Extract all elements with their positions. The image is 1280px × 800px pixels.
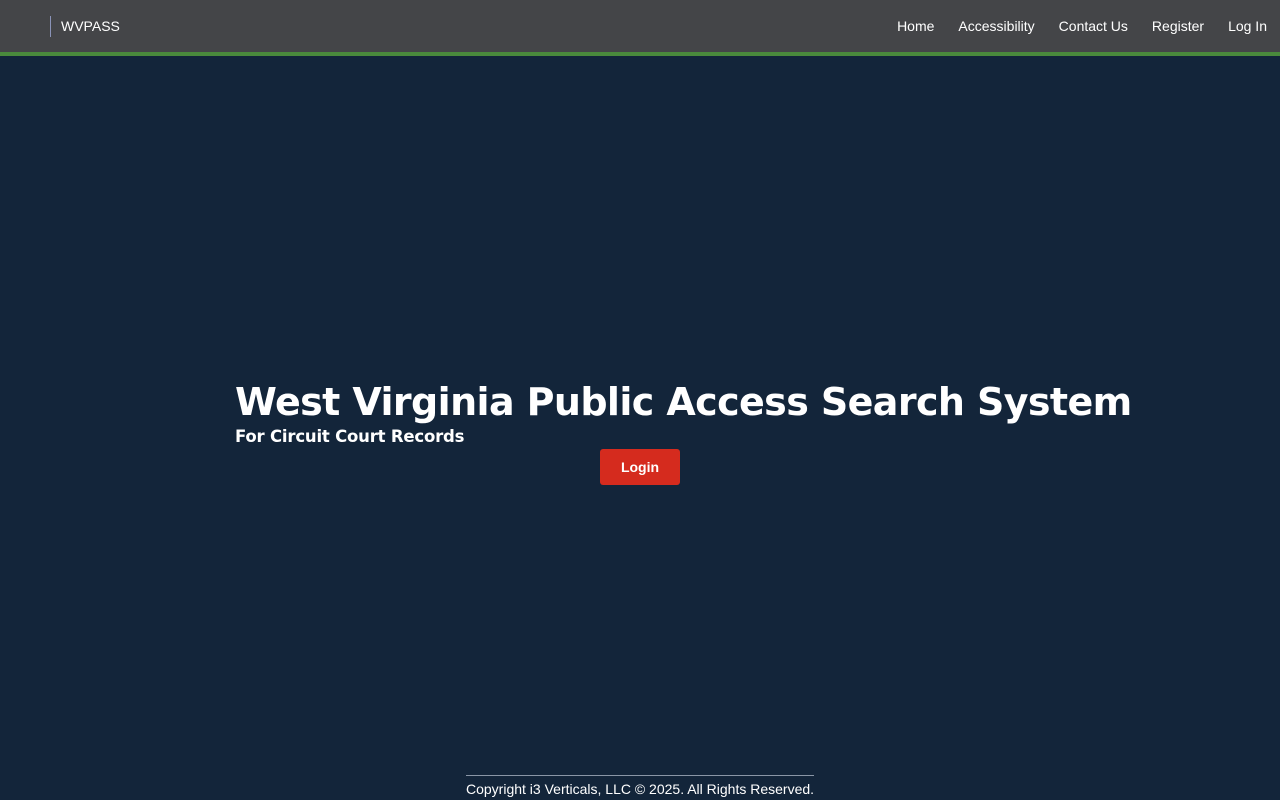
brand-divider	[50, 16, 51, 37]
copyright-text: Copyright i3 Verticals, LLC © 2025. All …	[466, 781, 815, 797]
nav-register-link[interactable]: Register	[1152, 17, 1204, 35]
main-nav: Home Accessibility Contact Us Register L…	[873, 17, 1267, 35]
nav-log-in-link[interactable]: Log In	[1228, 17, 1267, 35]
top-navbar: WVPASS Home Accessibility Contact Us Reg…	[0, 0, 1280, 56]
hero-section: West Virginia Public Access Search Syste…	[235, 378, 1132, 448]
footer-divider	[466, 775, 814, 776]
brand-link[interactable]: WVPASS	[61, 17, 120, 35]
nav-accessibility-link[interactable]: Accessibility	[958, 17, 1034, 35]
page-title: West Virginia Public Access Search Syste…	[235, 380, 1132, 424]
nav-home-link[interactable]: Home	[897, 17, 934, 35]
page-subtitle: For Circuit Court Records	[235, 427, 465, 446]
login-button[interactable]: Login	[600, 449, 680, 485]
nav-contact-us-link[interactable]: Contact Us	[1059, 17, 1128, 35]
